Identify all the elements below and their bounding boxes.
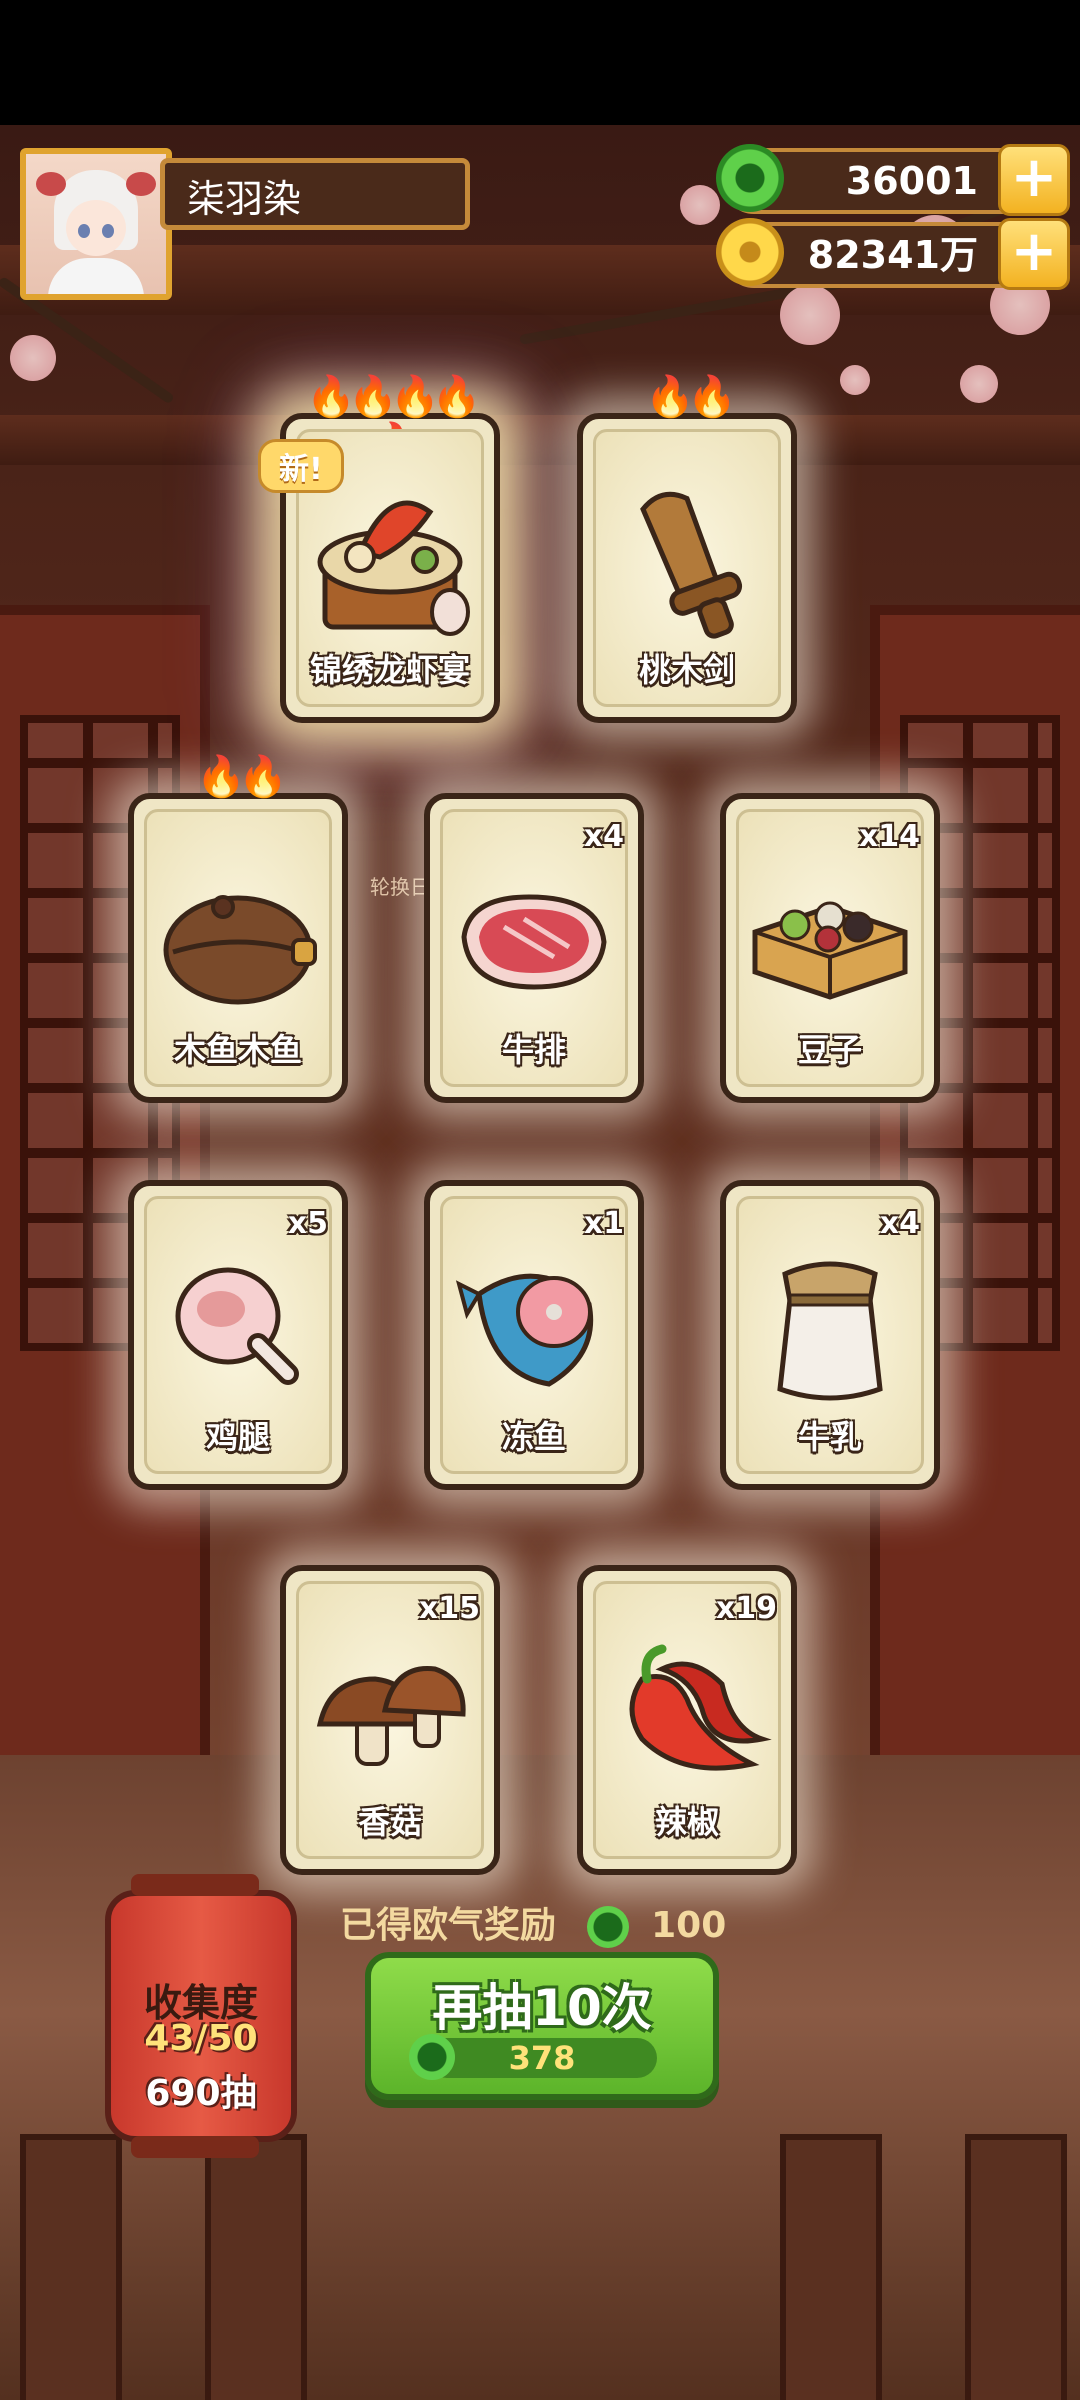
card-label: 冻鱼 — [501, 1418, 566, 1456]
rarity-flames: 🔥🔥 — [196, 754, 288, 800]
reward-card-steak[interactable]: x4 牛排 — [424, 793, 644, 1103]
jade-coin-icon — [716, 144, 784, 212]
chicken-leg-icon — [175, 1267, 299, 1386]
jade-amount: 36001 — [845, 159, 978, 203]
card-label: 锦绣龙虾宴 — [309, 651, 470, 689]
collection-progress: 43/50 — [144, 2018, 258, 2059]
draw-cost: 378 — [409, 2034, 657, 2080]
jade-currency: 36001 + — [716, 144, 1070, 216]
reward-card-wooden-fish[interactable]: 🔥🔥 木鱼木鱼 — [128, 754, 348, 1103]
draw-cost-value: 378 — [508, 2039, 576, 2077]
peach-wood-sword-icon — [640, 491, 743, 639]
card-label: 鸡腿 — [205, 1418, 270, 1456]
lobster-feast-icon — [317, 500, 470, 637]
gold-amount: 82341万 — [807, 233, 978, 277]
collection-draw-count: 690抽 — [145, 2073, 257, 2114]
item-quantity: x19 — [715, 1591, 777, 1626]
draw-again-label: 再抽10次 — [432, 1979, 652, 2037]
jade-coin-icon — [409, 2034, 455, 2080]
gold-coin-icon — [716, 218, 784, 286]
card-label: 香菇 — [357, 1803, 422, 1841]
rarity-flames: 🔥🔥 — [645, 374, 737, 420]
roof-beam — [0, 415, 1080, 465]
reward-card-peach-sword[interactable]: 🔥🔥 桃木剑 — [577, 374, 797, 723]
add-jade-button[interactable]: + — [998, 144, 1070, 216]
avatar[interactable] — [20, 148, 172, 300]
beans-box-icon — [752, 901, 908, 1000]
add-gold-button[interactable]: + — [998, 218, 1070, 290]
luck-reward: 已得欧气奖励 100 — [340, 1896, 740, 1948]
reward-card-chicken-leg[interactable]: x5 鸡腿 — [128, 1180, 348, 1490]
item-quantity: x5 — [287, 1206, 328, 1241]
mushroom-icon — [316, 1666, 466, 1767]
milk-jar-icon — [777, 1261, 883, 1401]
card-label: 桃木剑 — [638, 651, 735, 689]
reward-card-beans[interactable]: x14 豆子 — [720, 793, 940, 1103]
collection-lantern[interactable]: 收集度 43/50 690抽 — [105, 1874, 297, 2158]
gold-currency: 82341万 + — [716, 218, 1070, 290]
reward-card-milk[interactable]: x4 牛乳 — [720, 1180, 940, 1490]
steak-icon — [461, 894, 607, 990]
reward-card-mushroom[interactable]: x15 香菇 — [280, 1565, 500, 1875]
card-label: 牛排 — [501, 1031, 566, 1069]
luck-reward-value: 100 — [651, 1905, 727, 1946]
reward-card-chili[interactable]: x19 辣椒 — [577, 1565, 797, 1875]
item-quantity: x4 — [583, 819, 624, 854]
luck-reward-label: 已得欧气奖励 — [340, 1905, 557, 1946]
jade-coin-icon — [586, 1906, 629, 1948]
card-label: 辣椒 — [654, 1803, 719, 1841]
card-label: 木鱼木鱼 — [173, 1031, 302, 1069]
frozen-fish-icon — [455, 1273, 594, 1387]
chili-icon — [629, 1644, 772, 1771]
card-label: 牛乳 — [797, 1418, 862, 1456]
item-quantity: x15 — [418, 1591, 480, 1626]
draw-again-button[interactable]: 再抽10次 378 — [365, 1952, 719, 2100]
wooden-fish-icon — [163, 895, 317, 1005]
card-label: 豆子 — [797, 1031, 862, 1069]
item-quantity: x14 — [858, 819, 920, 854]
player-name: 柒羽染 — [160, 158, 470, 230]
item-quantity: x4 — [879, 1206, 920, 1241]
reward-card-lobster-feast[interactable]: 🔥🔥🔥🔥🔥 新! 锦绣龙虾宴 — [258, 374, 500, 723]
reward-card-frozen-fish[interactable]: x1 冻鱼 — [424, 1180, 644, 1490]
item-quantity: x1 — [583, 1206, 624, 1241]
